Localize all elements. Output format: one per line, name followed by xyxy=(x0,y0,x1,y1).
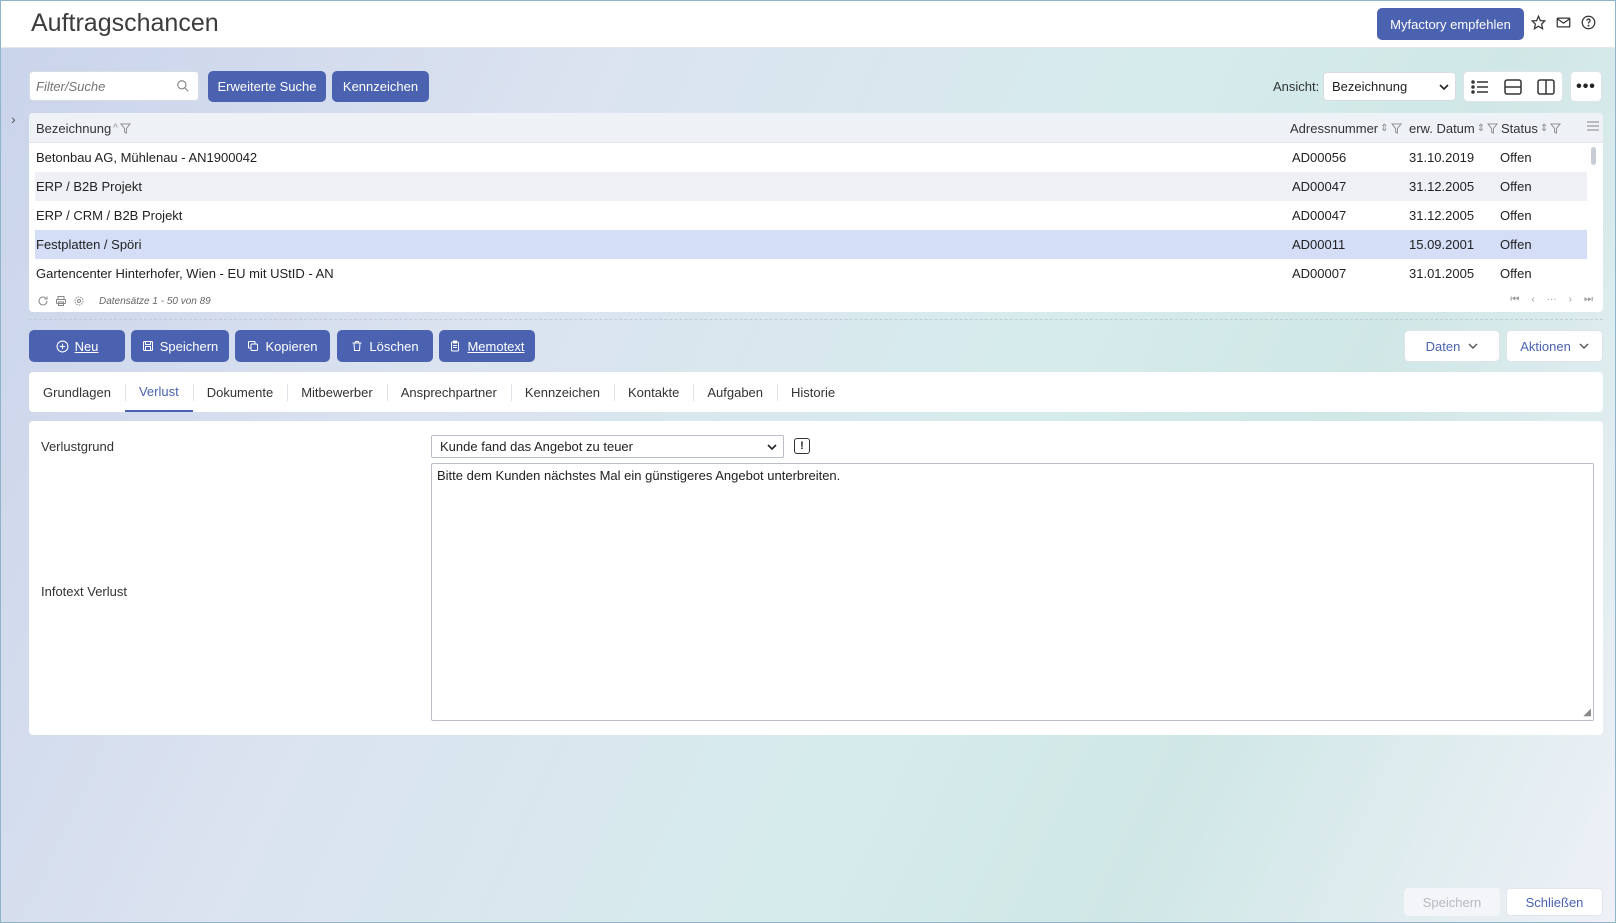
mail-icon[interactable] xyxy=(1555,14,1572,31)
column-menu-icon[interactable] xyxy=(1587,121,1599,131)
tab-grundlagen[interactable]: Grundlagen xyxy=(29,372,125,412)
first-page-icon[interactable]: ⏮ xyxy=(1510,294,1519,305)
delete-button[interactable]: Löschen xyxy=(337,330,433,362)
close-button[interactable]: Schließen xyxy=(1506,888,1603,916)
table-row[interactable]: ERP / CRM / B2B Projekt AD00047 31.12.20… xyxy=(35,201,1587,230)
tab-verlust[interactable]: Verlust xyxy=(124,372,193,412)
resize-grip-icon[interactable]: ◢ xyxy=(1583,707,1591,718)
loss-form-panel: Verlustgrund Kunde fand das Angebot zu t… xyxy=(29,421,1603,735)
actions-dropdown-button[interactable]: Aktionen xyxy=(1506,330,1603,362)
table-row-selected[interactable]: Festplatten / Spöri AD00011 15.09.2001 O… xyxy=(35,230,1587,259)
last-page-icon[interactable]: ⏭ xyxy=(1584,294,1593,305)
filter-icon[interactable] xyxy=(1390,123,1402,134)
chevron-right-icon[interactable]: › xyxy=(11,111,16,127)
tab-bar: Grundlagen Verlust Dokumente Mitbewerber… xyxy=(29,372,1603,412)
tab-historie[interactable]: Historie xyxy=(777,372,849,412)
view-select-value: Bezeichnung xyxy=(1332,79,1408,94)
next-page-icon[interactable]: › xyxy=(1569,294,1572,305)
data-grid: Bezeichnung ^ Adressnummer ⇕ erw. Datum … xyxy=(29,113,1603,312)
tab-mitbewerber[interactable]: Mitbewerber xyxy=(287,372,387,412)
top-bar: Auftragschancen Myfactory empfehlen xyxy=(1,1,1615,48)
table-row[interactable]: ERP / B2B Projekt AD00047 31.12.2005 Off… xyxy=(35,172,1587,201)
view-mode-group xyxy=(1463,71,1563,102)
save-icon xyxy=(142,341,153,351)
search-icon[interactable] xyxy=(176,79,190,93)
clipboard-icon xyxy=(451,340,460,352)
memo-button[interactable]: Memotext xyxy=(439,330,535,362)
page-title: Auftragschancen xyxy=(31,9,219,37)
chevron-down-icon xyxy=(1468,343,1478,349)
refresh-icon[interactable] xyxy=(37,295,49,307)
chevron-down-icon xyxy=(1439,83,1449,90)
tab-kontakte[interactable]: Kontakte xyxy=(614,372,693,412)
sort-icon[interactable]: ⇕ xyxy=(1380,123,1388,134)
column-header-status[interactable]: Status ⇕ xyxy=(1501,121,1562,136)
recommend-button[interactable]: Myfactory empfehlen xyxy=(1377,8,1524,40)
tab-aufgaben[interactable]: Aufgaben xyxy=(693,372,777,412)
tab-dokumente[interactable]: Dokumente xyxy=(192,372,287,412)
split-vertical-icon[interactable] xyxy=(1536,78,1555,95)
extended-search-button[interactable]: Erweiterte Suche xyxy=(208,71,326,102)
warning-icon[interactable]: ! xyxy=(794,438,810,454)
record-count: Datensätze 1 - 50 von 89 xyxy=(99,295,211,307)
trash-icon xyxy=(352,341,362,351)
info-label: Infotext Verlust xyxy=(41,584,127,599)
tab-kennzeichen[interactable]: Kennzeichen xyxy=(510,372,614,412)
search-input[interactable] xyxy=(30,72,170,100)
new-button[interactable]: Neu xyxy=(29,330,125,362)
sort-icon[interactable]: ⇕ xyxy=(1477,123,1485,134)
sort-icon[interactable]: ⇕ xyxy=(1540,123,1548,134)
save-button[interactable]: Speichern xyxy=(131,330,229,362)
column-header-datum[interactable]: erw. Datum ⇕ xyxy=(1409,121,1499,136)
view-label: Ansicht: xyxy=(1273,79,1320,94)
page-ellipsis-icon[interactable]: ··· xyxy=(1547,294,1557,305)
grid-footer: Datensätze 1 - 50 von 89 ⏮ ‹ ··· › ⏭ xyxy=(29,290,1603,312)
data-dropdown-button[interactable]: Daten xyxy=(1404,330,1500,362)
grid-header: Bezeichnung ^ Adressnummer ⇕ erw. Datum … xyxy=(29,113,1603,143)
more-options-icon[interactable]: ••• xyxy=(1570,71,1602,102)
table-row[interactable]: Gartencenter Hinterhofer, Wien - EU mit … xyxy=(35,259,1587,288)
kennzeichen-button[interactable]: Kennzeichen xyxy=(332,71,429,102)
column-header-bezeichnung[interactable]: Bezeichnung ^ xyxy=(36,121,131,136)
top-icons xyxy=(1530,14,1597,31)
print-icon[interactable] xyxy=(55,295,67,307)
info-text-value: Bitte dem Kunden nächstes Mal ein günsti… xyxy=(437,468,841,483)
star-icon[interactable] xyxy=(1530,14,1547,31)
copy-icon xyxy=(248,341,259,351)
filter-icon[interactable] xyxy=(1550,123,1562,134)
chevron-down-icon xyxy=(767,443,777,450)
split-horizontal-icon[interactable] xyxy=(1504,78,1522,95)
settings-icon[interactable] xyxy=(73,295,85,307)
pager: ⏮ ‹ ··· › ⏭ xyxy=(1510,294,1593,305)
help-icon[interactable] xyxy=(1580,14,1597,31)
filter-icon[interactable] xyxy=(1487,123,1499,134)
list-view-icon[interactable] xyxy=(1471,79,1489,95)
tab-ansprechpartner[interactable]: Ansprechpartner xyxy=(386,372,511,412)
search-field[interactable] xyxy=(29,71,199,101)
divider xyxy=(29,319,1603,320)
reason-select-value: Kunde fand das Angebot zu teuer xyxy=(440,439,633,454)
info-textarea[interactable]: Bitte dem Kunden nächstes Mal ein günsti… xyxy=(431,463,1594,721)
footer-save-button[interactable]: Speichern xyxy=(1404,888,1500,916)
prev-page-icon[interactable]: ‹ xyxy=(1531,294,1534,305)
filter-icon[interactable] xyxy=(119,123,131,134)
column-header-adressnummer[interactable]: Adressnummer ⇕ xyxy=(1290,121,1402,136)
chevron-down-icon xyxy=(1579,343,1589,349)
view-select[interactable]: Bezeichnung xyxy=(1323,72,1456,101)
plus-circle-icon xyxy=(56,340,69,352)
sort-asc-icon[interactable]: ^ xyxy=(113,123,118,134)
reason-select[interactable]: Kunde fand das Angebot zu teuer xyxy=(431,435,784,458)
grid-scrollbar[interactable] xyxy=(1591,147,1596,165)
table-row[interactable]: Betonbau AG, Mühlenau - AN1900042 AD0005… xyxy=(35,143,1587,172)
reason-label: Verlustgrund xyxy=(41,439,114,454)
copy-button[interactable]: Kopieren xyxy=(235,330,330,362)
